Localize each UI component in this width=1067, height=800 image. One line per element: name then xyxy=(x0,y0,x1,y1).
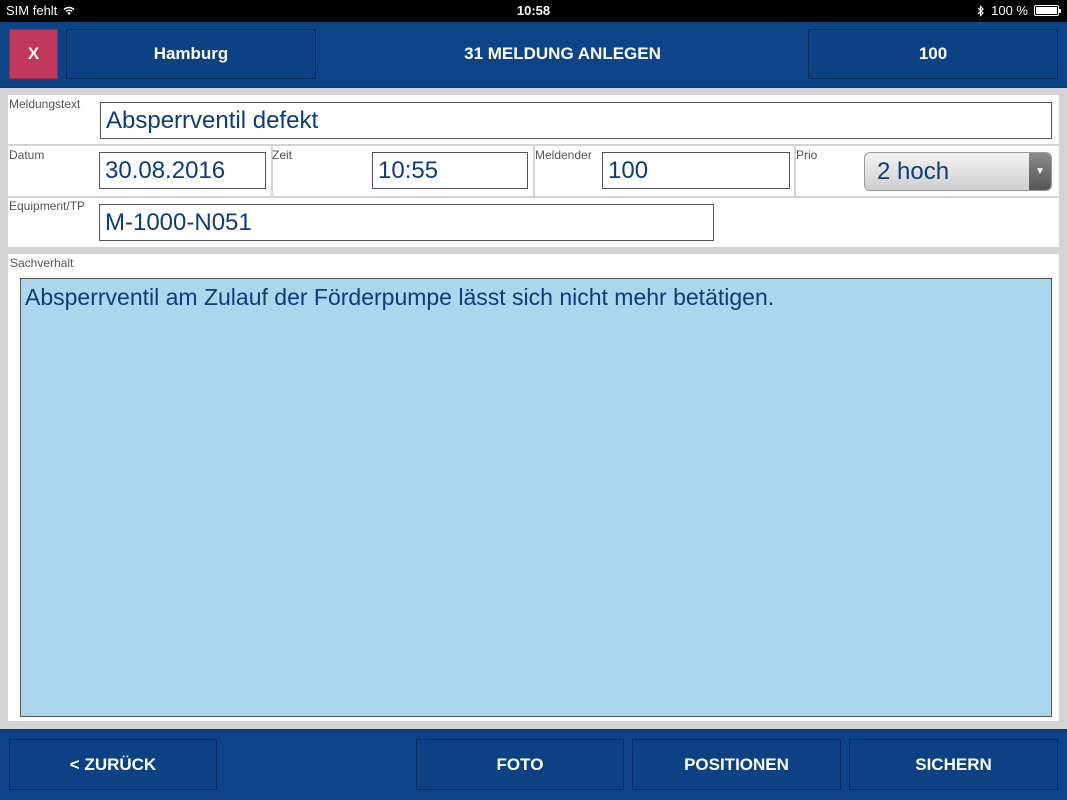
user-button[interactable]: 100 xyxy=(808,29,1058,79)
meldungstext-field[interactable]: Absperrventil defekt xyxy=(100,102,1052,139)
battery-percent: 100 % xyxy=(991,3,1028,18)
zeit-field[interactable]: 10:55 xyxy=(372,152,528,189)
location-button[interactable]: Hamburg xyxy=(66,29,316,79)
datum-field[interactable]: 30.08.2016 xyxy=(99,152,266,189)
status-right: 100 % xyxy=(977,3,1061,18)
bluetooth-icon xyxy=(977,4,985,17)
equipment-field[interactable]: M-1000-N051 xyxy=(99,204,714,241)
meldender-label: Meldender xyxy=(535,148,592,162)
meldender-field[interactable]: 100 xyxy=(602,152,790,189)
page-title: 31 MELDUNG ANLEGEN xyxy=(464,44,661,63)
sachverhalt-label: Sachverhalt xyxy=(10,256,74,270)
zeit-label: Zeit xyxy=(272,148,293,162)
prio-label: Prio xyxy=(796,148,818,162)
form-area: Meldungstext Absperrventil defekt Datum … xyxy=(0,88,1067,729)
status-bar: SIM fehlt 10:58 100 % xyxy=(0,0,1067,22)
sichern-button[interactable]: SICHERN xyxy=(849,739,1058,790)
clock: 10:58 xyxy=(516,3,551,18)
equipment-label: Equipment/TP xyxy=(9,199,86,213)
header-bar: X Hamburg 31 MELDUNG ANLEGEN 100 xyxy=(0,22,1067,88)
sachverhalt-panel: Sachverhalt Absperrventil am Zulauf der … xyxy=(8,254,1059,721)
prio-value: 2 hoch xyxy=(877,157,950,185)
header-fields-panel: Meldungstext Absperrventil defekt Datum … xyxy=(8,95,1059,247)
positionen-button[interactable]: POSITIONEN xyxy=(632,739,841,790)
foto-button[interactable]: FOTO xyxy=(416,739,624,790)
battery-icon xyxy=(1034,5,1061,16)
close-button[interactable]: X xyxy=(9,29,58,79)
footer-bar: < ZURÜCK FOTO POSITIONEN SICHERN xyxy=(0,729,1067,800)
prio-select[interactable]: 2 hoch ▼ xyxy=(864,152,1052,191)
dropdown-arrow-icon: ▼ xyxy=(1029,153,1051,190)
back-button[interactable]: < ZURÜCK xyxy=(9,739,217,790)
sachverhalt-textarea[interactable]: Absperrventil am Zulauf der Förderpumpe … xyxy=(20,278,1052,717)
datum-label: Datum xyxy=(9,148,45,162)
row-divider xyxy=(8,196,1059,198)
meldungstext-label: Meldungstext xyxy=(9,97,81,111)
